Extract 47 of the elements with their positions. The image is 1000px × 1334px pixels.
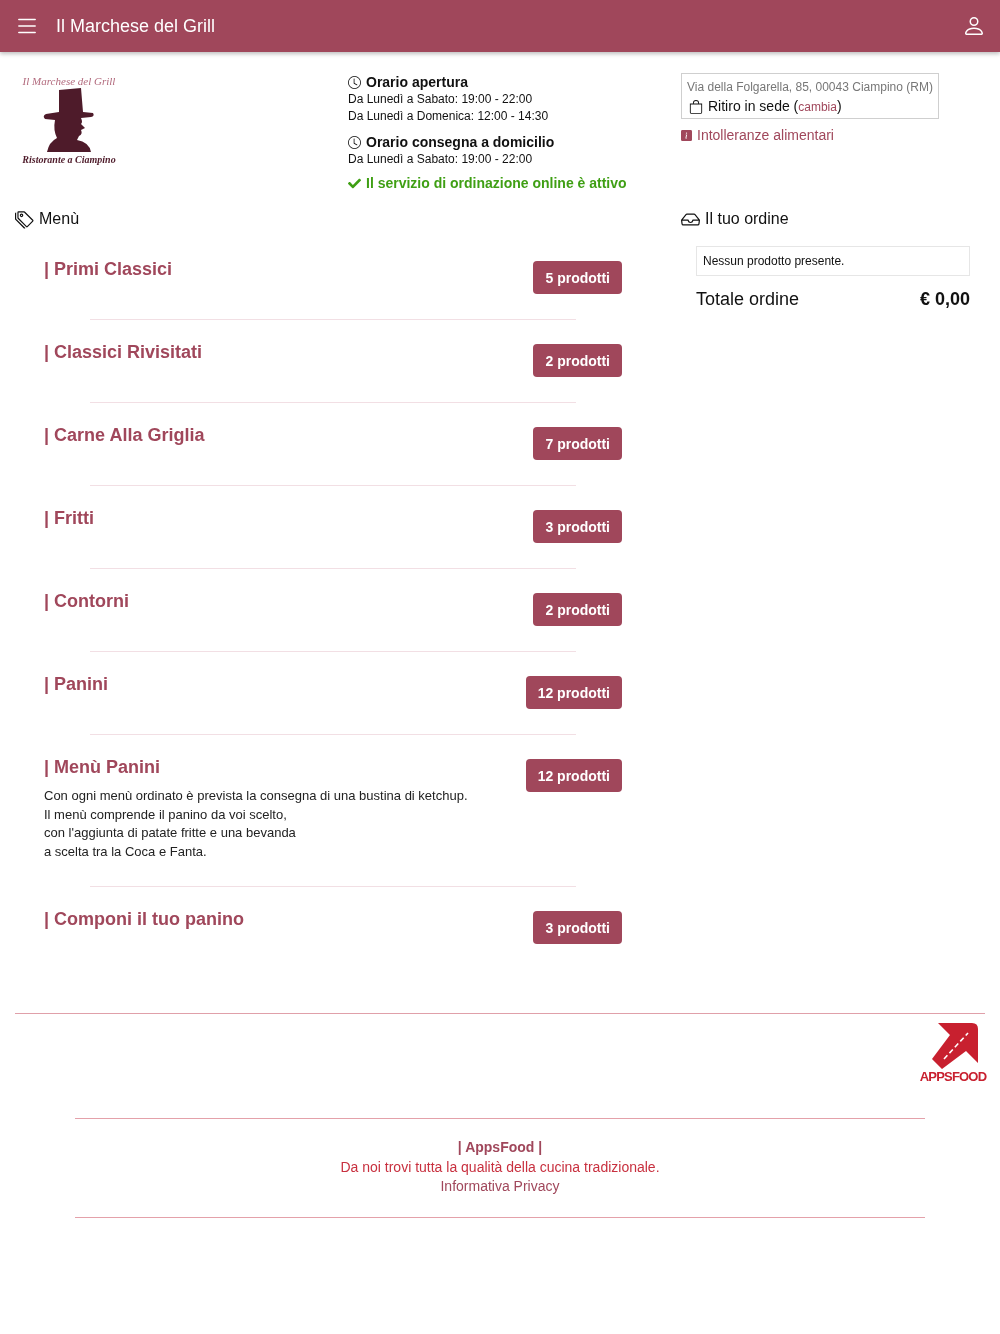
empty-order-message: Nessun prodotto presente. <box>703 253 845 269</box>
hours-line: Da Lunedì a Domenica: 12:00 - 14:30 <box>348 108 550 125</box>
hours-title: Orario apertura <box>366 73 468 91</box>
user-icon <box>962 14 986 38</box>
clock-icon <box>348 135 361 149</box>
online-status-text: Il servizio di ordinazione online è attivo <box>366 174 627 192</box>
category-title-link[interactable]: | Fritti <box>44 507 95 529</box>
address-text: Via della Folgarella, 85, 00043 Ciampino (RM) <box>687 79 933 96</box>
total-amount: € 0,00 <box>919 288 970 310</box>
hours-title: Orario consegna a domicilio <box>366 133 555 151</box>
category-title-link[interactable]: | Menù Panini <box>44 756 468 778</box>
product-count-button[interactable]: 12 prodotti <box>525 759 622 792</box>
category-title-link[interactable]: | Classici Rivisitati <box>44 341 203 363</box>
category-title-link[interactable]: | Componi il tuo panino <box>44 908 244 930</box>
top-hat-silhouette-icon <box>41 88 97 152</box>
logo-subtitle: Ristorante a Ciampino <box>22 154 116 166</box>
account-button[interactable] <box>962 14 986 38</box>
product-count-button[interactable]: 3 prodotti <box>533 911 622 944</box>
hours-line: Da Lunedì a Sabato: 19:00 - 22:00 <box>348 91 534 108</box>
category-title-link[interactable]: | Carne Alla Griglia <box>44 424 205 446</box>
total-label: Totale ordine <box>696 288 800 310</box>
order-heading: Il tuo ordine <box>705 209 789 229</box>
category-title-link[interactable]: | Contorni <box>44 590 130 612</box>
product-count-button[interactable]: 7 prodotti <box>533 427 622 460</box>
category-description: Con ogni menù ordinato è prevista la consegna di una bustina di ketchup. Il menù comprende il panino da voi scelto, con l'aggiunta di patate fritte e una bevanda a scelta tra la Coca e Fanta. <box>44 787 468 861</box>
bag-icon <box>689 99 703 114</box>
change-link[interactable]: cambia <box>798 100 837 114</box>
app-title: Il Marchese del Grill <box>56 15 216 37</box>
privacy-link[interactable]: Informativa Privacy <box>440 1177 560 1197</box>
category-title-link[interactable]: | Panini <box>44 673 109 695</box>
product-count-button[interactable]: 12 prodotti <box>525 676 622 709</box>
footer-brand: | AppsFood | <box>457 1138 543 1157</box>
clock-icon <box>348 75 361 89</box>
product-count-button[interactable]: 2 prodotti <box>533 344 622 377</box>
product-count-button[interactable]: 3 prodotti <box>533 510 622 543</box>
allergens-link[interactable]: Intolleranze alimentari <box>681 126 834 144</box>
info-icon <box>681 129 692 141</box>
pickup-mode-text: Ritiro in sede (cambia) <box>708 97 842 116</box>
tags-icon <box>15 209 34 229</box>
product-count-button[interactable]: 2 prodotti <box>533 593 622 626</box>
footer-tagline: Da noi trovi tutta la qualità della cucina tradizionale. <box>340 1157 660 1177</box>
brand-logo-text: APPSFOOD <box>919 1069 987 1084</box>
product-count-button[interactable]: 5 prodotti <box>533 261 622 294</box>
hours-line: Da Lunedì a Sabato: 19:00 - 22:00 <box>348 151 534 168</box>
category-title-link[interactable]: | Primi Classici <box>44 258 173 280</box>
menu-heading: Menù <box>39 209 80 229</box>
logo-title: Il Marchese del Grill <box>22 75 116 88</box>
